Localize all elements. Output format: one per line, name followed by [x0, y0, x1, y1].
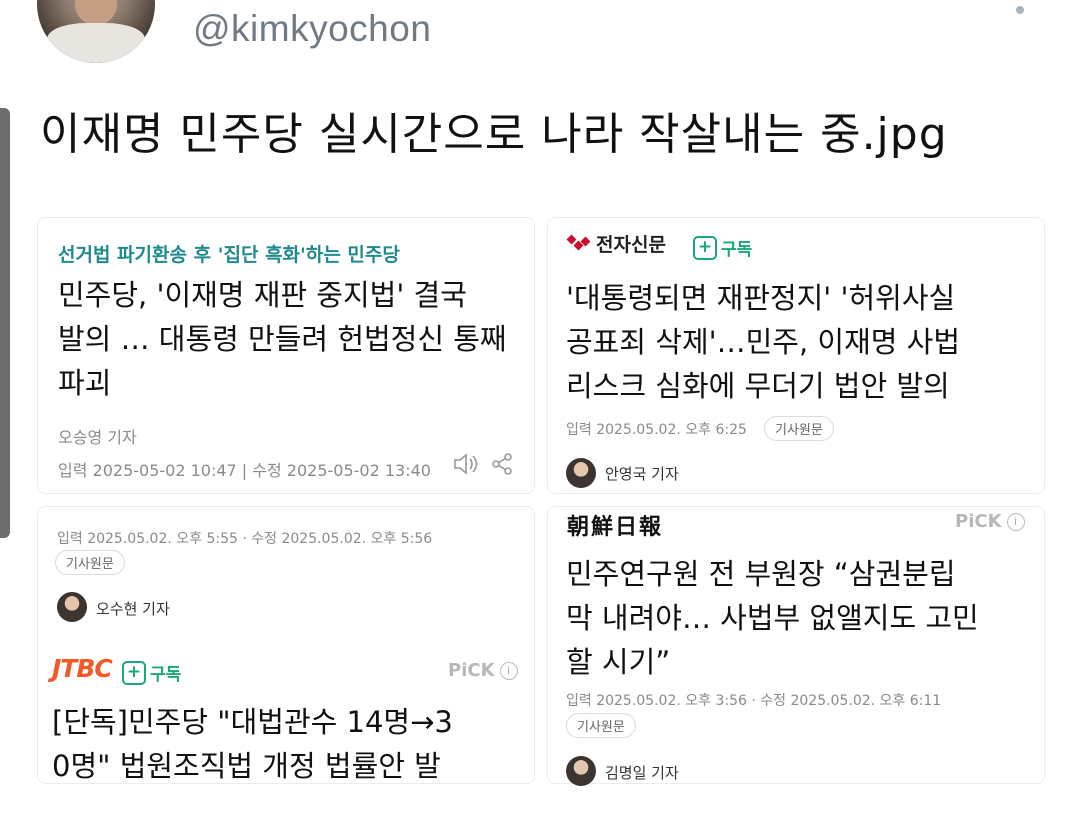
avatar-face [75, 0, 117, 25]
article-dates: 입력 2025.05.02. 오후 6:25 [566, 422, 747, 438]
plus-icon: + [693, 235, 717, 260]
reporter-name[interactable]: 김명일 기자 [605, 762, 679, 783]
headline-line: 민주연구원 전 부원장 “삼권분립 [566, 557, 956, 591]
pick-badge[interactable]: PiCK i [448, 660, 518, 681]
article-kicker: 선거법 파기환송 후 '집단 흑화'하는 민주당 [58, 244, 400, 266]
avatar-collar [47, 23, 145, 63]
article-dates: 입력 2025.05.02. 오후 3:56 · 수정 2025.05.02. … [566, 693, 942, 709]
headline-line: 리스크 심화에 무더기 법안 발의 [566, 369, 950, 403]
subscribe-button[interactable]: + 구독 [693, 235, 752, 260]
publisher-logo-jtbc[interactable]: JTBC [52, 654, 113, 683]
publisher-name: 전자신문 [596, 234, 666, 256]
pick-label: PiCK [955, 511, 1002, 532]
reporter-avatar[interactable] [566, 756, 596, 786]
original-article-button[interactable]: 기사원문 [764, 416, 834, 441]
subscribe-label: 구독 [150, 665, 182, 685]
headline-line: 민주당, '이재명 재판 중지법' 결국 [58, 278, 467, 312]
info-icon[interactable]: i [499, 661, 518, 680]
speaker-icon[interactable] [452, 452, 480, 476]
headline-line: 파괴 [58, 366, 112, 400]
tweet-text: 이재명 민주당 실시간으로 나라 작살내는 중.jpg [40, 109, 948, 160]
reporter-avatar[interactable] [57, 592, 87, 622]
more-icon[interactable] [1016, 6, 1024, 14]
reporter-name: 오승영 기자 [58, 428, 137, 447]
article-card-top-left[interactable]: 선거법 파기환송 후 '집단 흑화'하는 민주당 민주당, '이재명 재판 중지… [37, 217, 535, 494]
pick-label: PiCK [448, 660, 495, 681]
publisher-logo-etnews[interactable]: 전자신문 [566, 230, 666, 257]
headline-line: 발의 … 대통령 만들려 헌법정신 통째 [58, 322, 507, 356]
headline-line: 할 시기” [566, 645, 671, 679]
publisher-logo-chosun[interactable]: 朝鮮日報 [567, 509, 663, 541]
etnews-mark-icon [566, 234, 591, 252]
article-headline[interactable]: 민주연구원 전 부원장 “삼권분립 막 내려야… 사법부 없앨지도 고민 할 시… [566, 552, 1036, 684]
headline-line: 공표죄 삭제'…민주, 이재명 사법 [566, 325, 961, 359]
share-icon[interactable] [490, 452, 514, 476]
original-article-button[interactable]: 기사원문 [55, 550, 125, 575]
article-headline[interactable]: 민주당, '이재명 재판 중지법' 결국 발의 … 대통령 만들려 헌법정신 통… [58, 273, 528, 405]
article-actions [452, 452, 514, 476]
reporter-name[interactable]: 안영국 기자 [605, 463, 679, 484]
headline-line: [단독]민주당 "대법관수 14명→3 [52, 705, 453, 739]
reporter-avatar[interactable] [566, 458, 596, 488]
pick-badge[interactable]: PiCK i [955, 511, 1025, 532]
reporter-name[interactable]: 오수현 기자 [96, 598, 170, 619]
info-icon[interactable]: i [1006, 512, 1025, 531]
subscribe-label: 구독 [721, 240, 753, 260]
article-headline[interactable]: [단독]민주당 "대법관수 14명→3 0명" 법원조직법 개정 법률안 발 [52, 700, 522, 782]
article-headline[interactable]: '대통령되면 재판정지' '허위사실 공표죄 삭제'…민주, 이재명 사법 리스… [566, 276, 1036, 408]
avatar[interactable] [37, 0, 155, 63]
headline-line: 막 내려야… 사법부 없앨지도 고민 [566, 601, 979, 635]
article-dates: 입력 2025.05.02. 오후 5:55 · 수정 2025.05.02. … [57, 531, 433, 547]
headline-line: 0명" 법원조직법 개정 법률안 발 [52, 749, 441, 782]
headline-line: '대통령되면 재판정지' '허위사실 [566, 281, 956, 315]
subscribe-button[interactable]: + 구독 [122, 660, 181, 685]
original-article-button[interactable]: 기사원문 [566, 713, 636, 738]
article-dates: 입력 2025-05-02 10:47 | 수정 2025-05-02 13:4… [58, 461, 431, 480]
plus-icon: + [122, 660, 146, 685]
scrollbar[interactable] [0, 108, 10, 538]
user-handle[interactable]: @kimkyochon [193, 8, 431, 50]
